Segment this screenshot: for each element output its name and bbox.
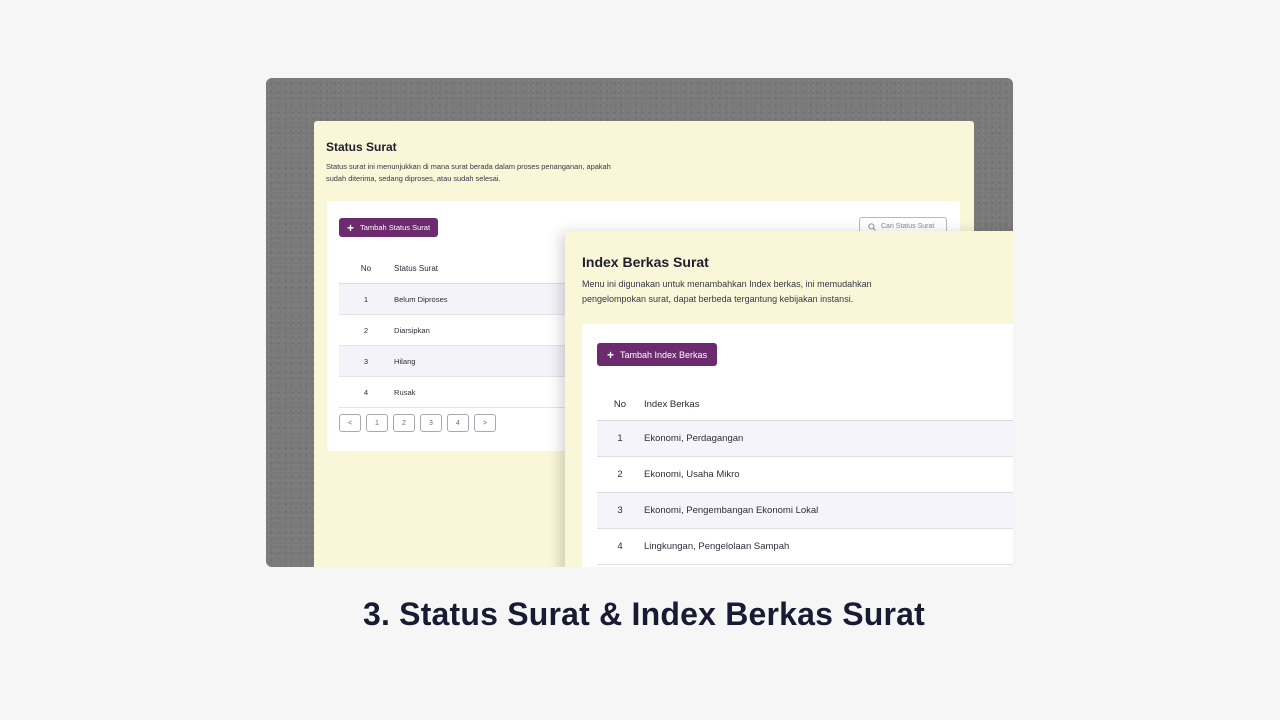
- index-berkas-card: + Tambah Index Berkas No Index Berkas 1 …: [582, 324, 1013, 567]
- pagination-prev-button[interactable]: <: [339, 414, 361, 432]
- column-header-no: No: [597, 388, 643, 421]
- table-row[interactable]: 2 Ekonomi, Usaha Mikro: [597, 456, 1013, 493]
- status-surat-table: No Status Surat 1 Belum Diproses 2 Diars…: [339, 253, 579, 408]
- table-row[interactable]: 4 Rusak: [339, 376, 579, 408]
- cell-status-surat: Hilang: [393, 345, 579, 377]
- add-index-berkas-label: Tambah Index Berkas: [620, 349, 708, 360]
- status-surat-description: Status surat ini menunjukkan di mana sur…: [326, 162, 611, 183]
- cell-no: 1: [597, 420, 643, 457]
- search-icon: [868, 222, 876, 231]
- column-header-index-berkas: Index Berkas: [643, 388, 1013, 421]
- table-row[interactable]: 3 Ekonomi, Pengembangan Ekonomi Lokal: [597, 492, 1013, 529]
- cell-no: 2: [597, 456, 643, 493]
- table-row[interactable]: 3 Hilang: [339, 345, 579, 377]
- pagination-page-2[interactable]: 2: [393, 414, 415, 432]
- cell-no: 2: [339, 314, 393, 346]
- add-status-surat-label: Tambah Status Surat: [360, 223, 431, 232]
- add-status-surat-button[interactable]: + Tambah Status Surat: [339, 218, 439, 237]
- index-berkas-panel: Index Berkas Surat Menu ini digunakan un…: [565, 231, 1013, 567]
- pagination-page-3[interactable]: 3: [420, 414, 442, 432]
- table-row[interactable]: 4 Lingkungan, Pengelolaan Sampah: [597, 528, 1013, 565]
- cell-index-berkas: Ekonomi, Usaha Mikro: [643, 456, 1013, 493]
- table-header-row: No Status Surat: [339, 253, 579, 284]
- index-berkas-table: No Index Berkas 1 Ekonomi, Perdagangan 2…: [597, 388, 1013, 565]
- cell-status-surat: Diarsipkan: [393, 314, 579, 346]
- pagination: < 1 2 3 4 >: [339, 414, 496, 432]
- table-header-row: No Index Berkas: [597, 388, 1013, 421]
- cell-index-berkas: Ekonomi, Perdagangan: [643, 420, 1013, 457]
- column-header-no: No: [339, 253, 393, 284]
- index-berkas-description: Menu ini digunakan untuk menambahkan Ind…: [582, 279, 872, 304]
- screenshot-frame: Status Surat Status surat ini menunjukka…: [266, 78, 1013, 567]
- table-row[interactable]: 1 Ekonomi, Perdagangan: [597, 420, 1013, 457]
- pagination-page-4[interactable]: 4: [447, 414, 469, 432]
- add-index-berkas-button[interactable]: + Tambah Index Berkas: [597, 343, 718, 366]
- search-placeholder: Cari Status Surat: [881, 223, 935, 230]
- plus-icon: +: [607, 347, 615, 362]
- index-berkas-title: Index Berkas Surat: [582, 254, 709, 270]
- pagination-next-button[interactable]: >: [474, 414, 496, 432]
- cell-status-surat: Rusak: [393, 376, 579, 408]
- cell-status-surat: Belum Diproses: [393, 283, 579, 315]
- cell-no: 1: [339, 283, 393, 315]
- cell-no: 3: [339, 345, 393, 377]
- cell-no: 4: [597, 528, 643, 565]
- cell-index-berkas: Ekonomi, Pengembangan Ekonomi Lokal: [643, 492, 1013, 529]
- pagination-page-1[interactable]: 1: [366, 414, 388, 432]
- status-surat-title: Status Surat: [326, 140, 397, 154]
- table-row[interactable]: 2 Diarsipkan: [339, 314, 579, 346]
- column-header-status-surat: Status Surat: [393, 253, 579, 284]
- cell-index-berkas: Lingkungan, Pengelolaan Sampah: [643, 528, 1013, 565]
- cell-no: 4: [339, 376, 393, 408]
- table-row[interactable]: 1 Belum Diproses: [339, 283, 579, 315]
- plus-icon: +: [347, 220, 355, 235]
- cell-no: 3: [597, 492, 643, 529]
- slide-caption: 3. Status Surat & Index Berkas Surat: [362, 596, 926, 632]
